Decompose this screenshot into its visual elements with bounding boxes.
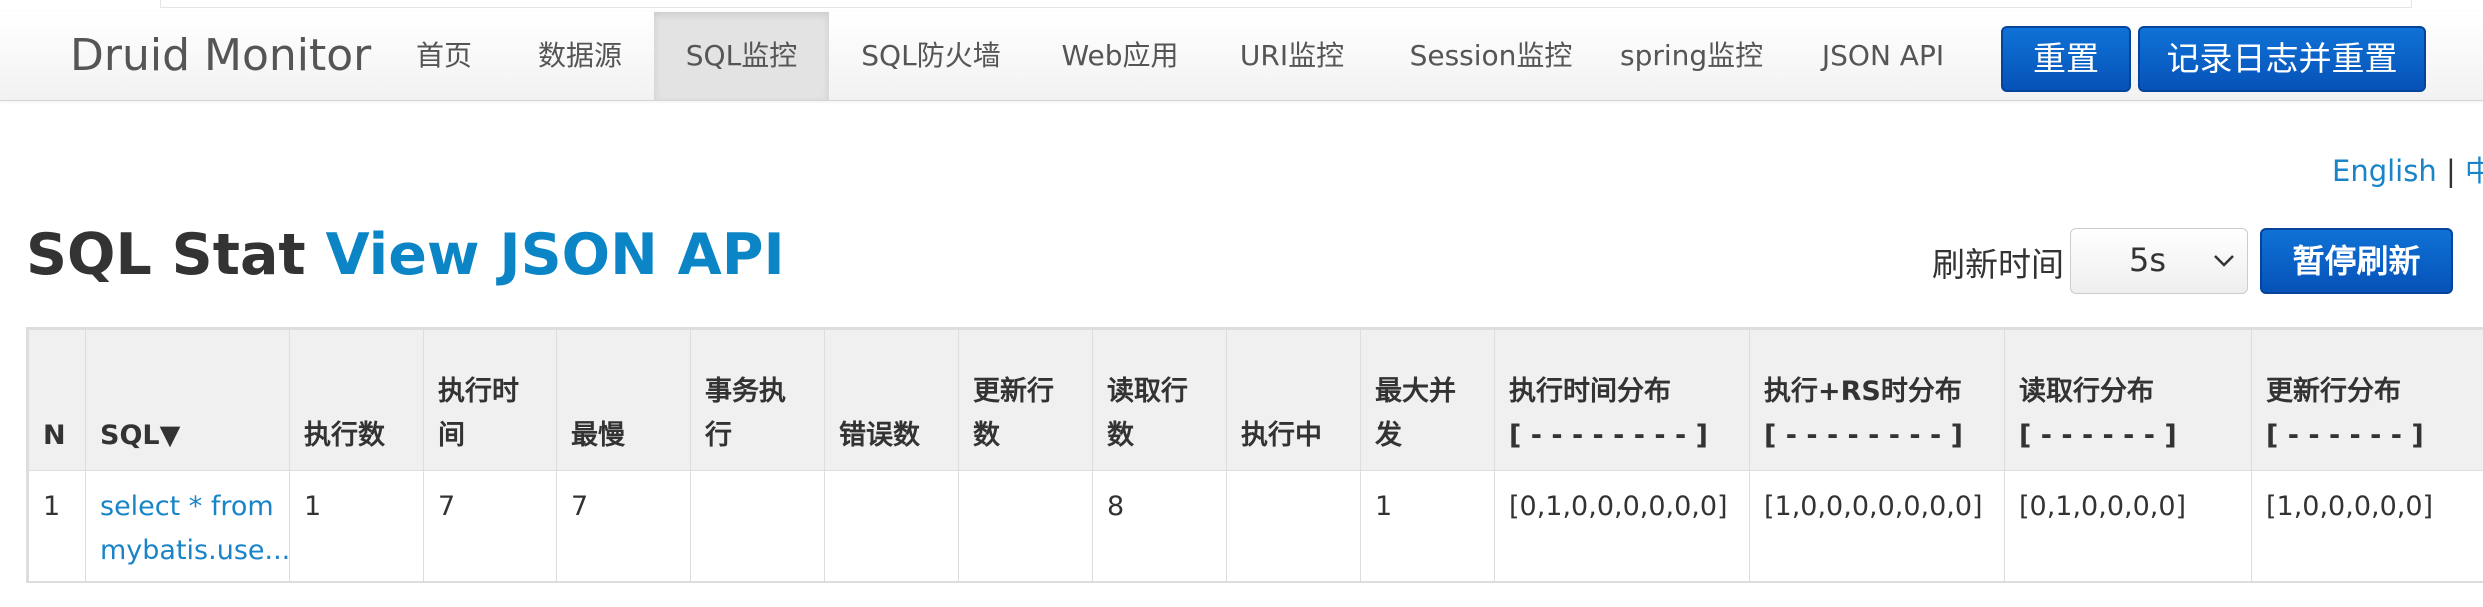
cell-exec-time-dist: [0,1,0,0,0,0,0,0] xyxy=(1494,470,1750,581)
col-header-read-rows[interactable]: 读取行数 xyxy=(1092,329,1227,471)
cell-max-concurrent: 1 xyxy=(1360,470,1495,581)
chevron-down-icon xyxy=(2214,255,2234,267)
cell-read-row-dist: [0,1,0,0,0,0] xyxy=(2004,470,2252,581)
refresh-interval-select[interactable]: 5s xyxy=(2070,228,2248,294)
nav-json-api[interactable]: JSON API xyxy=(1812,12,1954,100)
sql-stat-table: N SQL▼ 执行数 执行时间 最慢 事务执行 错误数 更新行数 读取行数 执行… xyxy=(28,329,2483,581)
nav-home[interactable]: 首页 xyxy=(400,12,488,100)
col-header-slowest[interactable]: 最慢 xyxy=(556,329,691,471)
nav-spring-monitor[interactable]: spring监控 xyxy=(1620,12,1763,100)
cell-update-rows xyxy=(958,470,1093,581)
language-switcher: English | 中文 xyxy=(2332,148,2483,190)
col-header-read-row-dist[interactable]: 读取行分布[ - - - - - - ] xyxy=(2004,329,2252,471)
lang-chinese-link[interactable]: 中文 xyxy=(2465,154,2483,188)
col-header-update-row-dist[interactable]: 更新行分布[ - - - - - - ] xyxy=(2251,329,2483,471)
lang-separator: | xyxy=(2445,154,2456,188)
sql-stat-table-container: N SQL▼ 执行数 执行时间 最慢 事务执行 错误数 更新行数 读取行数 执行… xyxy=(26,327,2483,583)
cell-exec-time: 7 xyxy=(423,470,557,581)
col-header-n[interactable]: N xyxy=(28,329,86,471)
col-header-running[interactable]: 执行中 xyxy=(1226,329,1361,471)
refresh-time-label: 刷新时间 xyxy=(1932,245,2064,284)
col-header-exec-time[interactable]: 执行时间 xyxy=(423,329,557,471)
cell-exec-rs-dist: [1,0,0,0,0,0,0,0] xyxy=(1749,470,2005,581)
cell-slowest: 7 xyxy=(556,470,691,581)
col-header-exec-time-dist[interactable]: 执行时间分布[ - - - - - - - - ] xyxy=(1494,329,1750,471)
top-frame-edge xyxy=(160,0,2412,8)
cell-sql: select * from mybatis.use... xyxy=(85,470,290,581)
nav-sql-firewall[interactable]: SQL防火墙 xyxy=(850,12,1012,100)
table-row: 1 select * from mybatis.use... 1 7 7 8 1 … xyxy=(28,470,2483,581)
col-header-exec-count[interactable]: 执行数 xyxy=(289,329,424,471)
sql-detail-link[interactable]: select * from mybatis.use... xyxy=(100,491,290,566)
nav-sql-monitor[interactable]: SQL监控 xyxy=(654,12,829,100)
pause-refresh-button[interactable]: 暂停刷新 xyxy=(2260,228,2453,294)
nav-uri-monitor[interactable]: URI监控 xyxy=(1230,12,1354,100)
navbar: Druid Monitor 首页 数据源 SQL监控 SQL防火墙 Web应用 … xyxy=(0,12,2483,101)
col-header-exec-rs-dist[interactable]: 执行+RS时分布[ - - - - - - - - ] xyxy=(1749,329,2005,471)
brand-logo[interactable]: Druid Monitor xyxy=(70,12,371,100)
table-header-row: N SQL▼ 执行数 执行时间 最慢 事务执行 错误数 更新行数 读取行数 执行… xyxy=(28,329,2483,471)
nav-session-monitor[interactable]: Session监控 xyxy=(1398,12,1584,100)
cell-read-rows: 8 xyxy=(1092,470,1227,581)
cell-update-row-dist: [1,0,0,0,0,0] xyxy=(2251,470,2483,581)
col-header-update-rows[interactable]: 更新行数 xyxy=(958,329,1093,471)
col-header-error-count[interactable]: 错误数 xyxy=(824,329,959,471)
reset-button[interactable]: 重置 xyxy=(2001,26,2131,92)
nav-web-app[interactable]: Web应用 xyxy=(1052,12,1188,100)
nav-datasource[interactable]: 数据源 xyxy=(522,12,638,100)
col-header-max-concurrent[interactable]: 最大并发 xyxy=(1360,329,1495,471)
cell-n: 1 xyxy=(28,470,86,581)
cell-running xyxy=(1226,470,1361,581)
cell-error-count xyxy=(824,470,959,581)
page-title-text: SQL Stat xyxy=(26,222,306,288)
lang-english-link[interactable]: English xyxy=(2332,154,2437,188)
cell-tx-exec xyxy=(690,470,825,581)
col-header-sql[interactable]: SQL▼ xyxy=(85,329,290,471)
col-header-tx-exec[interactable]: 事务执行 xyxy=(690,329,825,471)
view-json-api-link[interactable]: View JSON API xyxy=(326,222,785,288)
log-and-reset-button[interactable]: 记录日志并重置 xyxy=(2138,26,2426,92)
page-title: SQL Stat View JSON API xyxy=(26,222,785,288)
refresh-interval-value: 5s xyxy=(2129,241,2167,279)
cell-exec-count: 1 xyxy=(289,470,424,581)
